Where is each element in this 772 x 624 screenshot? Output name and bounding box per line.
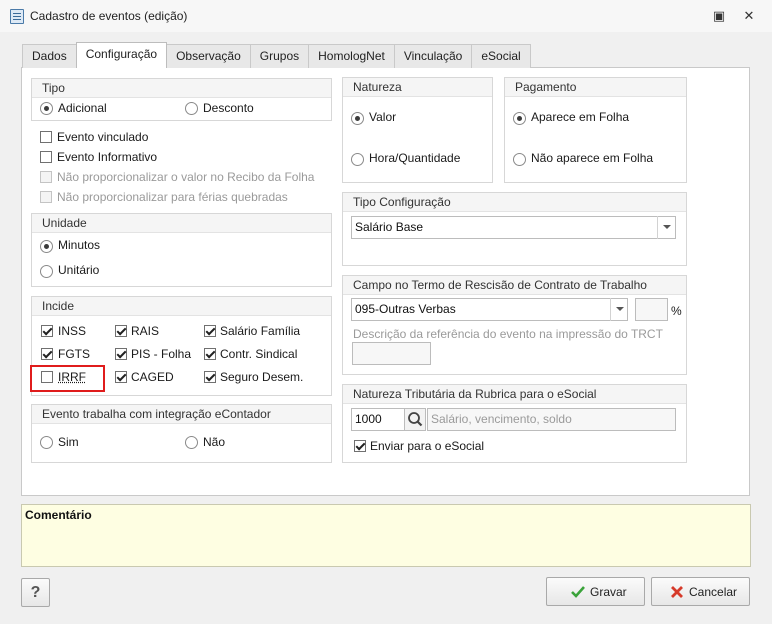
natureza-group-title: Natureza: [343, 78, 492, 97]
pagamento-nao-aparece-label: Não aparece em Folha: [531, 151, 654, 165]
tipo-config-dropdown-icon[interactable]: [657, 216, 675, 239]
inss-checkbox[interactable]: [41, 325, 53, 337]
tab-homolognet[interactable]: HomologNet: [308, 44, 395, 68]
nao-prop-ferias-checkbox: [40, 191, 52, 203]
esocial-code-input[interactable]: 1000: [351, 408, 405, 431]
gravar-button[interactable]: Gravar: [546, 577, 645, 606]
natureza-valor-label: Valor: [369, 110, 397, 124]
comment-area[interactable]: [21, 504, 751, 567]
rescisao-desc-label: Descrição da referência do evento na imp…: [353, 327, 663, 341]
seguro-desem-label: Seguro Desem.: [220, 370, 304, 384]
rescisao-select[interactable]: 095-Outras Verbas: [351, 298, 628, 321]
gravar-label: Gravar: [590, 585, 627, 599]
rescisao-percent-input[interactable]: [635, 298, 668, 321]
contr-sindical-checkbox[interactable]: [204, 348, 216, 360]
fgts-checkbox[interactable]: [41, 348, 53, 360]
enviar-esocial-checkbox[interactable]: [354, 440, 366, 452]
salario-familia-label: Salário Família: [220, 324, 301, 338]
pagamento-aparece-radio[interactable]: [513, 112, 526, 125]
cancelar-label: Cancelar: [689, 585, 738, 599]
esocial-group-title: Natureza Tributária da Rubrica para o eS…: [343, 385, 686, 404]
caged-checkbox[interactable]: [115, 371, 127, 383]
pis-folha-checkbox[interactable]: [115, 348, 127, 360]
nao-prop-recibo-checkbox: [40, 171, 52, 183]
nao-prop-ferias-label: Não proporcionalizar para férias quebrad…: [57, 190, 288, 204]
fgts-label: FGTS: [58, 347, 90, 361]
unidade-minutos-radio[interactable]: [40, 240, 53, 253]
contr-sindical-label: Contr. Sindical: [220, 347, 298, 361]
rescisao-desc-input[interactable]: [352, 342, 431, 365]
evento-vinculado-checkbox[interactable]: [40, 131, 52, 143]
window-title: Cadastro de eventos (edição): [30, 9, 188, 23]
unidade-group-title: Unidade: [32, 214, 331, 233]
tipo-config-select[interactable]: Salário Base: [351, 216, 676, 239]
econtador-nao-radio[interactable]: [185, 436, 198, 449]
close-icon[interactable]: ✕: [741, 8, 757, 24]
natureza-hora-radio[interactable]: [351, 153, 364, 166]
tipo-config-group-title: Tipo Configuração: [343, 193, 686, 212]
search-icon: [408, 412, 423, 427]
tab-grupos[interactable]: Grupos: [249, 44, 310, 68]
rescisao-group-title: Campo no Termo de Rescisão de Contrato d…: [343, 276, 686, 295]
pagamento-nao-aparece-radio[interactable]: [513, 153, 526, 166]
tab-esocial[interactable]: eSocial: [471, 44, 531, 68]
natureza-group: Natureza: [342, 77, 493, 183]
econtador-sim-label: Sim: [58, 435, 79, 449]
comment-title: Comentário: [25, 508, 92, 522]
unidade-minutos-label: Minutos: [58, 238, 101, 252]
natureza-valor-radio[interactable]: [351, 112, 364, 125]
salario-familia-checkbox[interactable]: [204, 325, 216, 337]
evento-informativo-label: Evento Informativo: [57, 150, 158, 164]
enviar-esocial-label: Enviar para o eSocial: [370, 439, 485, 453]
tipo-group-title: Tipo: [32, 79, 331, 98]
rais-checkbox[interactable]: [115, 325, 127, 337]
seguro-desem-checkbox[interactable]: [204, 371, 216, 383]
rais-label: RAIS: [131, 324, 160, 338]
inss-label: INSS: [58, 324, 87, 338]
unidade-unitario-radio[interactable]: [40, 265, 53, 278]
tab-observacao[interactable]: Observação: [166, 44, 251, 68]
pagamento-group: Pagamento: [504, 77, 687, 183]
restore-icon[interactable]: ▣: [711, 8, 727, 24]
tab-bar: Dados Configuração Observação Grupos Hom…: [22, 42, 531, 68]
unidade-unitario-label: Unitário: [58, 263, 100, 277]
help-button[interactable]: ?: [21, 578, 50, 607]
evento-informativo-checkbox[interactable]: [40, 151, 52, 163]
cancelar-button[interactable]: Cancelar: [651, 577, 750, 606]
percent-symbol: %: [671, 304, 682, 318]
pis-folha-label: PIS - Folha: [131, 347, 192, 361]
tipo-desconto-radio[interactable]: [185, 102, 198, 115]
econtador-sim-radio[interactable]: [40, 436, 53, 449]
tab-configuracao[interactable]: Configuração: [75, 42, 168, 68]
evento-vinculado-label: Evento vinculado: [57, 130, 149, 144]
pagamento-group-title: Pagamento: [505, 78, 686, 97]
econtador-group: Evento trabalha com integração eContador: [31, 404, 332, 463]
cancel-icon: [671, 586, 683, 598]
pagamento-aparece-label: Aparece em Folha: [531, 110, 630, 124]
app-icon: [10, 9, 24, 24]
tipo-desconto-label: Desconto: [203, 101, 254, 115]
rescisao-dropdown-icon[interactable]: [610, 298, 628, 321]
econtador-group-title: Evento trabalha com integração eContador: [32, 405, 331, 424]
tipo-adicional-label: Adicional: [58, 101, 107, 115]
tab-vinculacao[interactable]: Vinculação: [393, 44, 473, 68]
nao-prop-recibo-label: Não proporcionalizar o valor no Recibo d…: [57, 170, 315, 184]
natureza-hora-label: Hora/Quantidade: [369, 151, 461, 165]
incide-group-title: Incide: [32, 297, 331, 316]
tab-dados[interactable]: Dados: [22, 44, 77, 68]
irrf-highlight-box: [30, 365, 105, 392]
caged-label: CAGED: [131, 370, 174, 384]
esocial-description-input[interactable]: Salário, vencimento, soldo: [427, 408, 676, 431]
econtador-nao-label: Não: [203, 435, 226, 449]
tipo-adicional-radio[interactable]: [40, 102, 53, 115]
check-icon: [571, 586, 585, 598]
search-button[interactable]: [404, 408, 426, 431]
